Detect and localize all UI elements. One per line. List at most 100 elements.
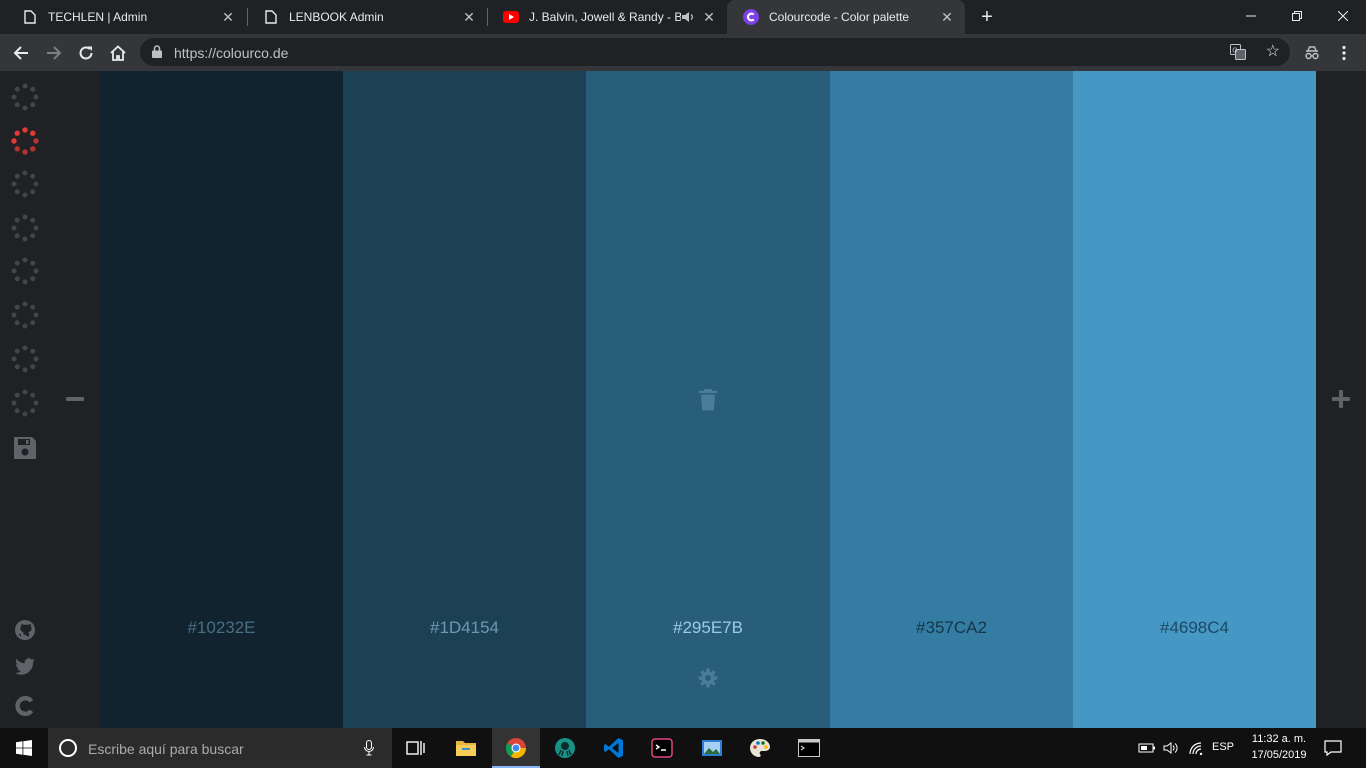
spinner-dot — [30, 189, 36, 195]
palette-mode-icon[interactable] — [9, 299, 41, 331]
windows-logo-icon — [16, 740, 32, 756]
twitter-icon[interactable] — [14, 657, 36, 679]
reload-icon — [79, 46, 93, 60]
translate-icon[interactable]: G — [1230, 44, 1246, 65]
vscode-app[interactable] — [590, 728, 638, 768]
speaker-icon[interactable] — [681, 10, 695, 27]
address-bar[interactable]: https://colourco.de G ☆ — [140, 38, 1290, 66]
spinner-dot — [22, 257, 28, 263]
language-indicator[interactable]: ESP — [1212, 741, 1234, 753]
taskbar-search[interactable]: Escribe aquí para buscar — [48, 728, 392, 768]
github-icon[interactable] — [14, 619, 36, 641]
colourcode-logo-icon[interactable] — [14, 695, 36, 717]
gear-icon[interactable] — [698, 668, 718, 693]
browser-toolbar: https://colourco.de G ☆ — [0, 34, 1366, 71]
palette-mode-icon[interactable] — [9, 343, 41, 375]
search-placeholder[interactable]: Escribe aquí para buscar — [88, 741, 244, 757]
spinner-dot — [22, 192, 28, 198]
wifi-icon[interactable] — [1185, 728, 1207, 768]
spinner-dot — [11, 94, 17, 100]
spinner-dot — [33, 181, 39, 187]
gitkraken-app[interactable] — [541, 728, 589, 768]
spinner-dot — [14, 348, 20, 354]
hex-label[interactable]: #10232E — [100, 618, 343, 638]
spinner-dot — [30, 102, 36, 108]
remove-color-button[interactable] — [66, 397, 84, 401]
color-swatch[interactable]: #4698C4 — [1073, 71, 1316, 728]
add-color-button[interactable] — [1332, 390, 1350, 408]
restore-button[interactable] — [1274, 0, 1320, 32]
url-text[interactable]: https://colourco.de — [174, 45, 288, 61]
hyper-terminal-app[interactable] — [638, 728, 686, 768]
forward-button[interactable] — [41, 40, 67, 66]
tab-techlen[interactable]: TECHLEN | Admin ✕ — [6, 0, 246, 34]
close-icon[interactable]: ✕ — [939, 9, 955, 25]
bookmark-star-icon[interactable]: ☆ — [1266, 43, 1280, 60]
color-swatch[interactable]: #10232E — [100, 71, 343, 728]
spinner-dot — [33, 268, 39, 274]
back-button[interactable] — [8, 40, 34, 66]
photos-app[interactable] — [688, 728, 736, 768]
reload-button[interactable] — [73, 40, 99, 66]
save-icon[interactable] — [13, 436, 37, 465]
task-view-icon — [406, 741, 425, 755]
notifications-icon[interactable] — [1320, 728, 1346, 768]
tab-lenbook[interactable]: LENBOOK Admin ✕ — [247, 0, 487, 34]
palette-mode-icon[interactable] — [9, 212, 41, 244]
hex-label[interactable]: #1D4154 — [343, 618, 586, 638]
close-window-button[interactable] — [1320, 0, 1366, 32]
close-icon[interactable]: ✕ — [701, 9, 717, 25]
chrome-app[interactable] — [492, 728, 540, 768]
palette-mode-icon-active[interactable] — [9, 125, 41, 157]
volume-icon[interactable] — [1160, 728, 1182, 768]
spinner-dot — [30, 348, 36, 354]
incognito-extension-icon[interactable] — [1299, 40, 1325, 66]
spinner-dot — [22, 170, 28, 176]
lock-icon[interactable] — [152, 45, 162, 63]
spinner-dot — [22, 411, 28, 417]
spinner-dot — [11, 312, 17, 318]
color-swatch[interactable]: #357CA2 — [830, 71, 1073, 728]
close-icon[interactable]: ✕ — [220, 9, 236, 25]
terminal-icon — [651, 738, 673, 758]
close-icon[interactable]: ✕ — [461, 9, 477, 25]
palette-mode-icon[interactable] — [9, 168, 41, 200]
system-clock[interactable]: 11:32 a. m. 17/05/2019 — [1238, 731, 1320, 763]
hex-label[interactable]: #357CA2 — [830, 618, 1073, 638]
palette-mode-icon[interactable] — [9, 81, 41, 113]
start-button[interactable] — [0, 728, 48, 768]
spinner-dot — [22, 345, 28, 351]
palette-mode-icon[interactable] — [9, 255, 41, 287]
palette-mode-icon[interactable] — [9, 387, 41, 419]
minimize-button[interactable] — [1228, 0, 1274, 32]
tab-colourcode[interactable]: Colourcode - Color palette ✕ — [727, 0, 965, 34]
arrow-right-icon — [47, 46, 62, 60]
hex-label[interactable]: #295E7B — [586, 618, 830, 638]
colourcode-page: #10232E #1D4154 #295E7B #357CA2 #4698C4 — [0, 71, 1366, 728]
gitkraken-icon — [555, 738, 575, 758]
spinner-dot — [14, 276, 20, 282]
home-button[interactable] — [105, 40, 131, 66]
microphone-icon[interactable] — [364, 740, 374, 761]
tab-title: LENBOOK Admin — [289, 10, 384, 24]
task-view-button[interactable] — [392, 728, 440, 768]
spinner-dot — [22, 301, 28, 307]
spinner-dot — [33, 138, 39, 144]
palette-swatches: #10232E #1D4154 #295E7B #357CA2 #4698C4 — [100, 71, 1316, 728]
trash-icon[interactable] — [698, 388, 718, 416]
battery-icon[interactable] — [1136, 728, 1158, 768]
paint-palette-icon — [750, 739, 770, 757]
menu-kebab-icon[interactable] — [1331, 40, 1357, 66]
spinner-dot — [14, 233, 20, 239]
cortana-icon[interactable] — [59, 739, 77, 757]
spinner-dot — [22, 127, 28, 133]
tab-youtube[interactable]: J. Balvin, Jowell & Randy - Bo ✕ — [487, 0, 727, 34]
color-swatch[interactable]: #1D4154 — [343, 71, 586, 728]
paint-app[interactable] — [736, 728, 784, 768]
hex-label[interactable]: #4698C4 — [1073, 618, 1316, 638]
file-explorer-app[interactable] — [442, 728, 490, 768]
spinner-dot — [30, 364, 36, 370]
new-tab-button[interactable]: + — [975, 5, 999, 29]
command-prompt-app[interactable] — [785, 728, 833, 768]
color-swatch[interactable]: #295E7B — [586, 71, 830, 728]
